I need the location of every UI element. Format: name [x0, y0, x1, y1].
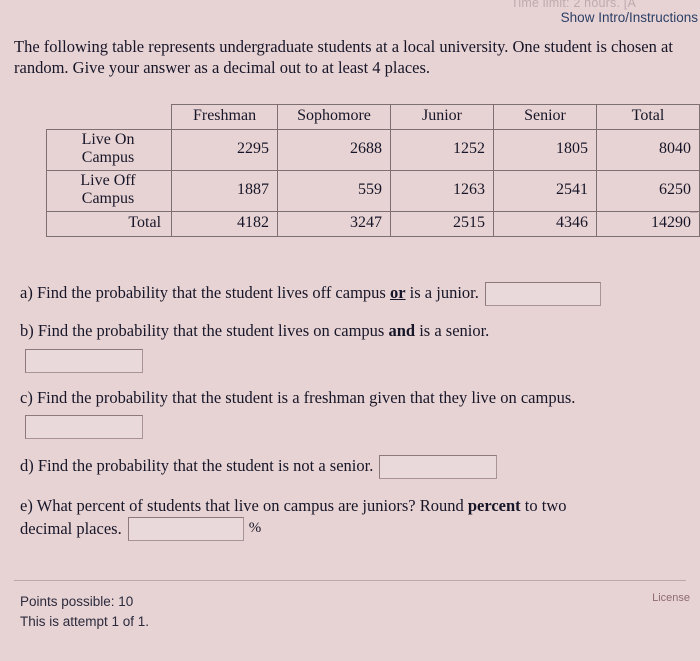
part-d-answer-input[interactable] — [379, 455, 498, 480]
column-header-junior: Junior — [389, 104, 494, 130]
cell-total-sophomore: 3247 — [277, 210, 391, 237]
table-head: Freshman Sophomore Junior Senior Total — [46, 104, 700, 130]
question-parts: a) Find the probability that the student… — [20, 258, 684, 553]
cell-total-junior: 2515 — [389, 210, 494, 237]
table-row: Live On Campus 2295 2688 1252 1805 8040 — [45, 129, 700, 171]
part-b-text-post: is a senior. — [415, 321, 490, 341]
cell-on-junior: 1252 — [389, 129, 494, 171]
scroll-tick-mark — [690, 212, 698, 213]
table-header-row: Freshman Sophomore Junior Senior Total — [46, 104, 700, 130]
part-a-text-pre: a) Find the probability that the student… — [20, 283, 390, 302]
column-header-senior: Senior — [492, 104, 597, 130]
top-strip: Time limit: 2 hours. [A Show Intro/Instr… — [0, 0, 700, 30]
table-corner-cell — [46, 104, 173, 130]
table-row: Live Off Campus 1887 559 1263 2541 6250 — [45, 169, 700, 212]
question-prompt: The following table represents undergrad… — [14, 36, 682, 78]
part-a: a) Find the probability that the student… — [20, 282, 684, 307]
part-d: d) Find the probability that the student… — [20, 455, 684, 480]
cell-off-senior: 2541 — [492, 169, 597, 212]
time-limit-text: Time limit: 2 hours. [A — [511, 0, 636, 10]
part-b-emphasis: and — [388, 321, 416, 341]
table-body: Live On Campus 2295 2688 1252 1805 8040 … — [45, 129, 700, 237]
part-e-text-line2: decimal places. — [20, 519, 122, 539]
part-e-text-post: to two — [520, 496, 567, 516]
cell-total-freshman: 4182 — [171, 210, 279, 237]
part-a-text-post: is a junior. — [405, 283, 479, 302]
part-e-answer-input[interactable] — [127, 516, 244, 541]
cell-off-freshman: 1887 — [171, 169, 279, 212]
data-table-wrapper: Freshman Sophomore Junior Senior Total L… — [45, 104, 700, 237]
part-e-emphasis: percent — [467, 496, 521, 516]
attempt-info: This is attempt 1 of 1. — [20, 613, 150, 629]
row-label-live-off-campus: Live Off Campus — [45, 169, 173, 212]
part-b-answer-input[interactable] — [25, 348, 143, 373]
cell-on-total: 8040 — [595, 129, 700, 171]
license-link[interactable]: License — [652, 592, 690, 604]
column-header-total: Total — [595, 104, 700, 130]
cell-off-sophomore: 559 — [277, 169, 391, 212]
table-row: Total 4182 3247 2515 4346 14290 — [45, 210, 700, 237]
cell-on-senior: 1805 — [492, 129, 597, 171]
part-c-answer-input[interactable] — [25, 415, 143, 440]
prompt-line-1: The following table represents undergrad… — [14, 37, 541, 56]
part-a-answer-input[interactable] — [485, 282, 602, 307]
part-e: e) What percent of students that live on… — [20, 495, 684, 541]
part-c: c) Find the probability that the student… — [20, 387, 684, 440]
part-e-answer-row: decimal places. % — [20, 516, 684, 541]
show-intro-instructions-link[interactable]: Show Intro/Instructions — [561, 10, 698, 25]
column-header-sophomore: Sophomore — [277, 104, 391, 130]
footer-divider — [14, 580, 686, 581]
part-e-text-pre: e) What percent of students that live on… — [20, 496, 468, 516]
part-c-text: c) Find the probability that the student… — [20, 387, 576, 407]
question-page: Time limit: 2 hours. [A Show Intro/Instr… — [0, 0, 700, 661]
students-table: Freshman Sophomore Junior Senior Total L… — [45, 104, 700, 237]
points-possible: Points possible: 10 — [20, 594, 134, 609]
part-b-text-pre: b) Find the probability that the student… — [20, 321, 389, 341]
part-b: b) Find the probability that the student… — [20, 320, 684, 373]
row-label-total: Total — [45, 210, 173, 237]
cell-off-junior: 1263 — [389, 169, 494, 212]
part-d-text: d) Find the probability that the student… — [20, 456, 374, 476]
cell-total-senior: 4346 — [492, 210, 597, 237]
cell-on-sophomore: 2688 — [277, 129, 391, 171]
part-e-percent-unit: % — [248, 520, 262, 536]
column-header-freshman: Freshman — [171, 104, 279, 130]
row-label-live-on-campus: Live On Campus — [45, 129, 173, 171]
part-a-emphasis: or — [389, 283, 406, 302]
cell-on-freshman: 2295 — [171, 129, 279, 171]
footer: Points possible: 10 This is attempt 1 of… — [20, 592, 149, 631]
cell-total-total: 14290 — [595, 210, 700, 237]
cell-off-total: 6250 — [595, 169, 700, 212]
